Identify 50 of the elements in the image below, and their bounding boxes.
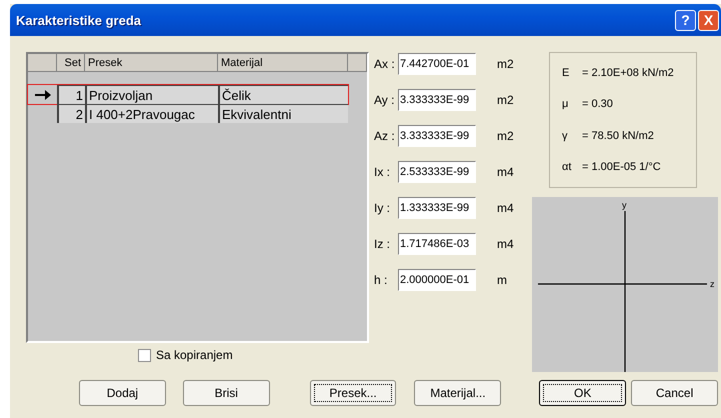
unit-label: m4	[497, 165, 514, 179]
property-label: Iy :	[374, 201, 392, 215]
dialog-button[interactable]: Brisi	[182, 380, 270, 406]
dialog-button[interactable]: Presek...	[310, 380, 396, 406]
grid-row[interactable]: 2 I 400+2Pravougac Ekvivalentni	[28, 104, 348, 123]
unit-label: m4	[497, 237, 514, 251]
input-field[interactable]: 1.717486E-03	[398, 233, 476, 255]
close-button[interactable]: X	[698, 10, 719, 30]
table-cell: Proizvoljan	[85, 85, 218, 104]
unit-label: m	[497, 273, 507, 287]
dialog-button[interactable]: OK	[539, 380, 626, 406]
input-field[interactable]: 3.333333E-99	[398, 89, 476, 111]
material-property: E = 2.10E+08 kN/m2	[562, 66, 675, 79]
dialog-button[interactable]: Cancel	[631, 380, 718, 406]
window-title: Karakteristike greda	[16, 12, 142, 28]
material-property: γ = 78.50 kN/m2	[562, 130, 655, 142]
checkbox[interactable]	[138, 348, 151, 362]
checkbox-label: Sa kopiranjem	[156, 348, 233, 362]
table-cell: 2	[57, 104, 85, 123]
input-field[interactable]: 7.442700E-01	[398, 53, 476, 75]
property-label: Az :	[374, 129, 396, 143]
row-pointer-icon	[34, 90, 50, 100]
dialog-button[interactable]: Materijal...	[414, 380, 502, 406]
unit-label: m2	[497, 93, 514, 107]
input-field[interactable]: 2.533333E-99	[398, 161, 476, 183]
table-cell: 1	[57, 85, 85, 104]
dialog-button[interactable]: Dodaj	[79, 380, 166, 406]
column-header[interactable]: Set	[57, 54, 85, 72]
unit-label: m2	[497, 57, 514, 71]
input-field[interactable]: 2.000000E-01	[398, 269, 476, 291]
property-label: h :	[374, 273, 388, 287]
material-property: μ = 0.30	[562, 98, 614, 110]
help-button[interactable]: ?	[675, 10, 696, 30]
axis-label: y	[622, 200, 626, 210]
table-cell: I 400+2Pravougac	[85, 104, 218, 123]
input-field[interactable]: 3.333333E-99	[398, 125, 476, 147]
property-label: Iz :	[374, 237, 392, 251]
unit-label: m4	[497, 201, 514, 215]
unit-label: m2	[497, 129, 514, 143]
column-header[interactable]: Materijal	[218, 54, 348, 72]
material-property: αt = 1.00E-05 1/°C	[562, 161, 662, 174]
input-field[interactable]: 1.333333E-99	[398, 197, 476, 219]
property-label: Ax :	[374, 57, 396, 71]
property-label: Ay :	[374, 93, 396, 107]
property-label: Ix :	[374, 165, 392, 179]
column-header[interactable]: Presek	[85, 54, 218, 72]
grid-row[interactable]: 1 Proizvoljan Čelik	[28, 85, 348, 104]
table-cell: Ekvivalentni	[218, 104, 348, 123]
axis-label: z	[710, 279, 714, 289]
table-cell: Čelik	[218, 85, 348, 104]
